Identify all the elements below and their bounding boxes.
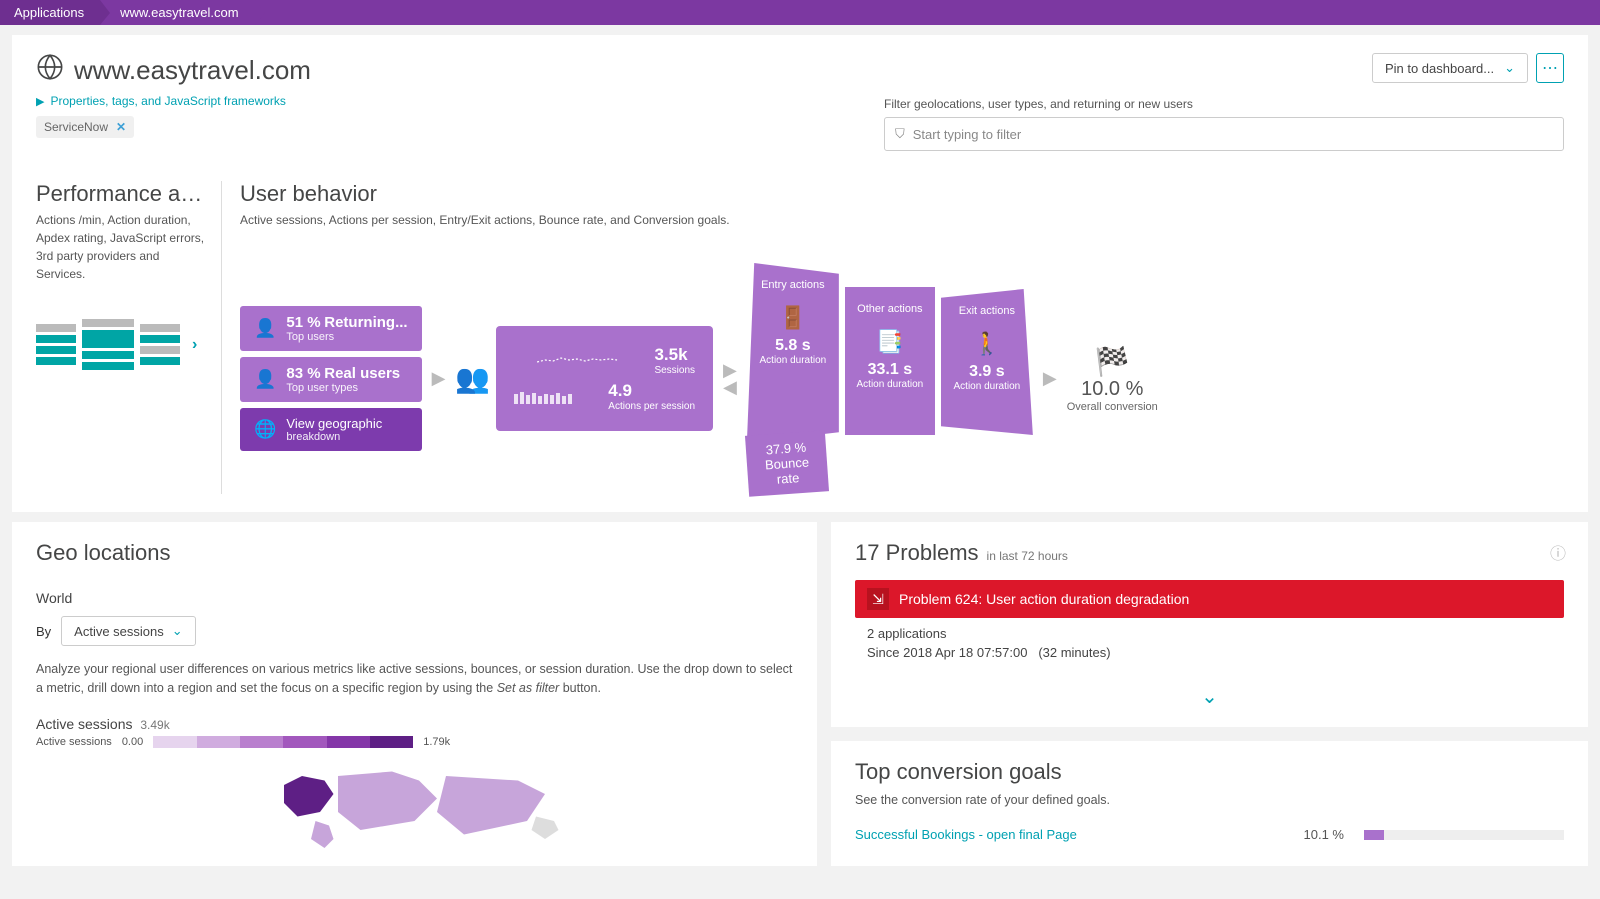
user-icon: 👤 [254, 369, 276, 390]
breadcrumb-root[interactable]: Applications [0, 0, 100, 25]
problem-icon: ⇲ [867, 588, 889, 610]
exit-icon: 🚶 [951, 331, 1023, 357]
geo-breakdown-card[interactable]: 🌐 View geographicbreakdown [240, 408, 422, 451]
legend-total: 3.49k [140, 718, 169, 732]
conversion-block[interactable]: 🏁 10.0 % Overall conversion [1067, 345, 1158, 413]
chevron-right-icon: ▶ [36, 95, 44, 108]
copy-icon: 📑 [855, 329, 925, 355]
pin-to-dashboard-button[interactable]: Pin to dashboard... ⌄ [1372, 53, 1528, 83]
page-title: www.easytravel.com [36, 53, 311, 88]
legend-max: 1.79k [423, 736, 450, 748]
entry-actions-block[interactable]: Entry actions 🚪 5.8 s Action duration [747, 263, 839, 443]
app-overview-card: www.easytravel.com ▶ Properties, tags, a… [12, 35, 1588, 512]
goal-link[interactable]: Successful Bookings - open final Page [855, 827, 1077, 842]
chevron-down-icon: ⌄ [1504, 60, 1515, 76]
perf-heading: Performance ana... [36, 181, 209, 207]
problems-panel: ⓘ 17 Problems in last 72 hours ⇲ Problem… [831, 522, 1588, 727]
conversion-goals-panel: Top conversion goals See the conversion … [831, 741, 1588, 866]
flow-arrow-icon: ▶ [1043, 368, 1057, 389]
perf-subtitle: Actions /min, Action duration, Apdex rat… [36, 211, 209, 283]
behavior-flow: 👤 51 % Returning...Top users 👤 83 % Real… [240, 263, 1564, 494]
info-icon[interactable]: ⓘ [1550, 540, 1566, 564]
expand-problems-button[interactable]: ⌄ [855, 684, 1564, 709]
ellipsis-icon: ⋯ [1542, 58, 1558, 78]
problems-range: in last 72 hours [987, 549, 1068, 563]
user-behavior-section: User behavior Active sessions, Actions p… [222, 181, 1564, 494]
problem-item[interactable]: ⇲ Problem 624: User action duration degr… [855, 580, 1564, 618]
by-label: By [36, 624, 51, 639]
flag-icon: 🏁 [1067, 345, 1158, 378]
globe-icon [36, 53, 64, 88]
remove-tag-icon[interactable]: ✕ [116, 120, 126, 134]
filter-label: Filter geolocations, user types, and ret… [884, 97, 1564, 111]
users-icon: 👥 [455, 362, 490, 395]
goal-bar [1364, 830, 1564, 840]
geo-heading: Geo locations [36, 540, 793, 566]
geo-locations-panel: Geo locations World By Active sessions ⌄… [12, 522, 817, 866]
breadcrumb-current[interactable]: www.easytravel.com [100, 0, 254, 25]
problem-since: Since 2018 Apr 18 07:57:00 (32 minutes) [855, 645, 1564, 664]
sessions-card[interactable]: 3.5kSessions 4.9Actions per session [496, 326, 713, 431]
user-icon: 👤 [254, 318, 276, 339]
flow-arrow-back-icon: ▶ [723, 377, 737, 398]
more-menu-button[interactable]: ⋯ [1536, 53, 1564, 83]
beh-subtitle: Active sessions, Actions per session, En… [240, 211, 1564, 229]
legend-gradient [153, 736, 413, 748]
tag-chip[interactable]: ServiceNow ✕ [36, 116, 134, 138]
chevron-down-icon: ⌄ [172, 623, 183, 639]
goal-value: 10.1 % [1304, 827, 1344, 842]
world-map[interactable] [36, 758, 793, 848]
legend-axis: Active sessions [36, 736, 112, 748]
geo-metric-dropdown[interactable]: Active sessions ⌄ [61, 616, 196, 646]
goals-sub: See the conversion rate of your defined … [855, 793, 1564, 807]
real-users-card[interactable]: 👤 83 % Real usersTop user types [240, 357, 422, 402]
performance-analysis-section: Performance ana... Actions /min, Action … [36, 181, 222, 494]
filter-input[interactable]: ⛉ Start typing to filter [884, 117, 1564, 151]
breadcrumb: Applications www.easytravel.com [0, 0, 1600, 25]
properties-link[interactable]: ▶ Properties, tags, and JavaScript frame… [36, 94, 311, 108]
perf-thumbnails[interactable]: › [36, 319, 209, 370]
legend-min: 0.00 [122, 736, 143, 748]
flow-arrow-icon: ▶ [432, 368, 446, 389]
goals-heading: Top conversion goals [855, 759, 1564, 785]
bounce-rate-block[interactable]: 37.9 % Bounce rate [745, 430, 829, 496]
problem-apps: 2 applications [855, 618, 1564, 645]
filter-icon: ⛉ [895, 126, 905, 142]
geo-description: Analyze your regional user differences o… [36, 660, 793, 698]
action-funnel: Entry actions 🚪 5.8 s Action duration Ot… [747, 263, 1033, 443]
aps-sparkline [514, 390, 594, 404]
sessions-sparkline [514, 354, 640, 368]
legend-title: Active sessions [36, 716, 132, 732]
entry-icon: 🚪 [757, 305, 829, 331]
globe-icon: 🌐 [254, 419, 276, 440]
exit-actions-block[interactable]: Exit actions 🚶 3.9 s Action duration [941, 289, 1033, 435]
perf-expand-icon[interactable]: › [192, 336, 197, 354]
problems-count: 17 Problems [855, 540, 979, 566]
returning-users-card[interactable]: 👤 51 % Returning...Top users [240, 306, 422, 351]
beh-heading: User behavior [240, 181, 1564, 207]
other-actions-block[interactable]: Other actions 📑 33.1 s Action duration [845, 287, 935, 435]
geo-region: World [36, 590, 793, 606]
